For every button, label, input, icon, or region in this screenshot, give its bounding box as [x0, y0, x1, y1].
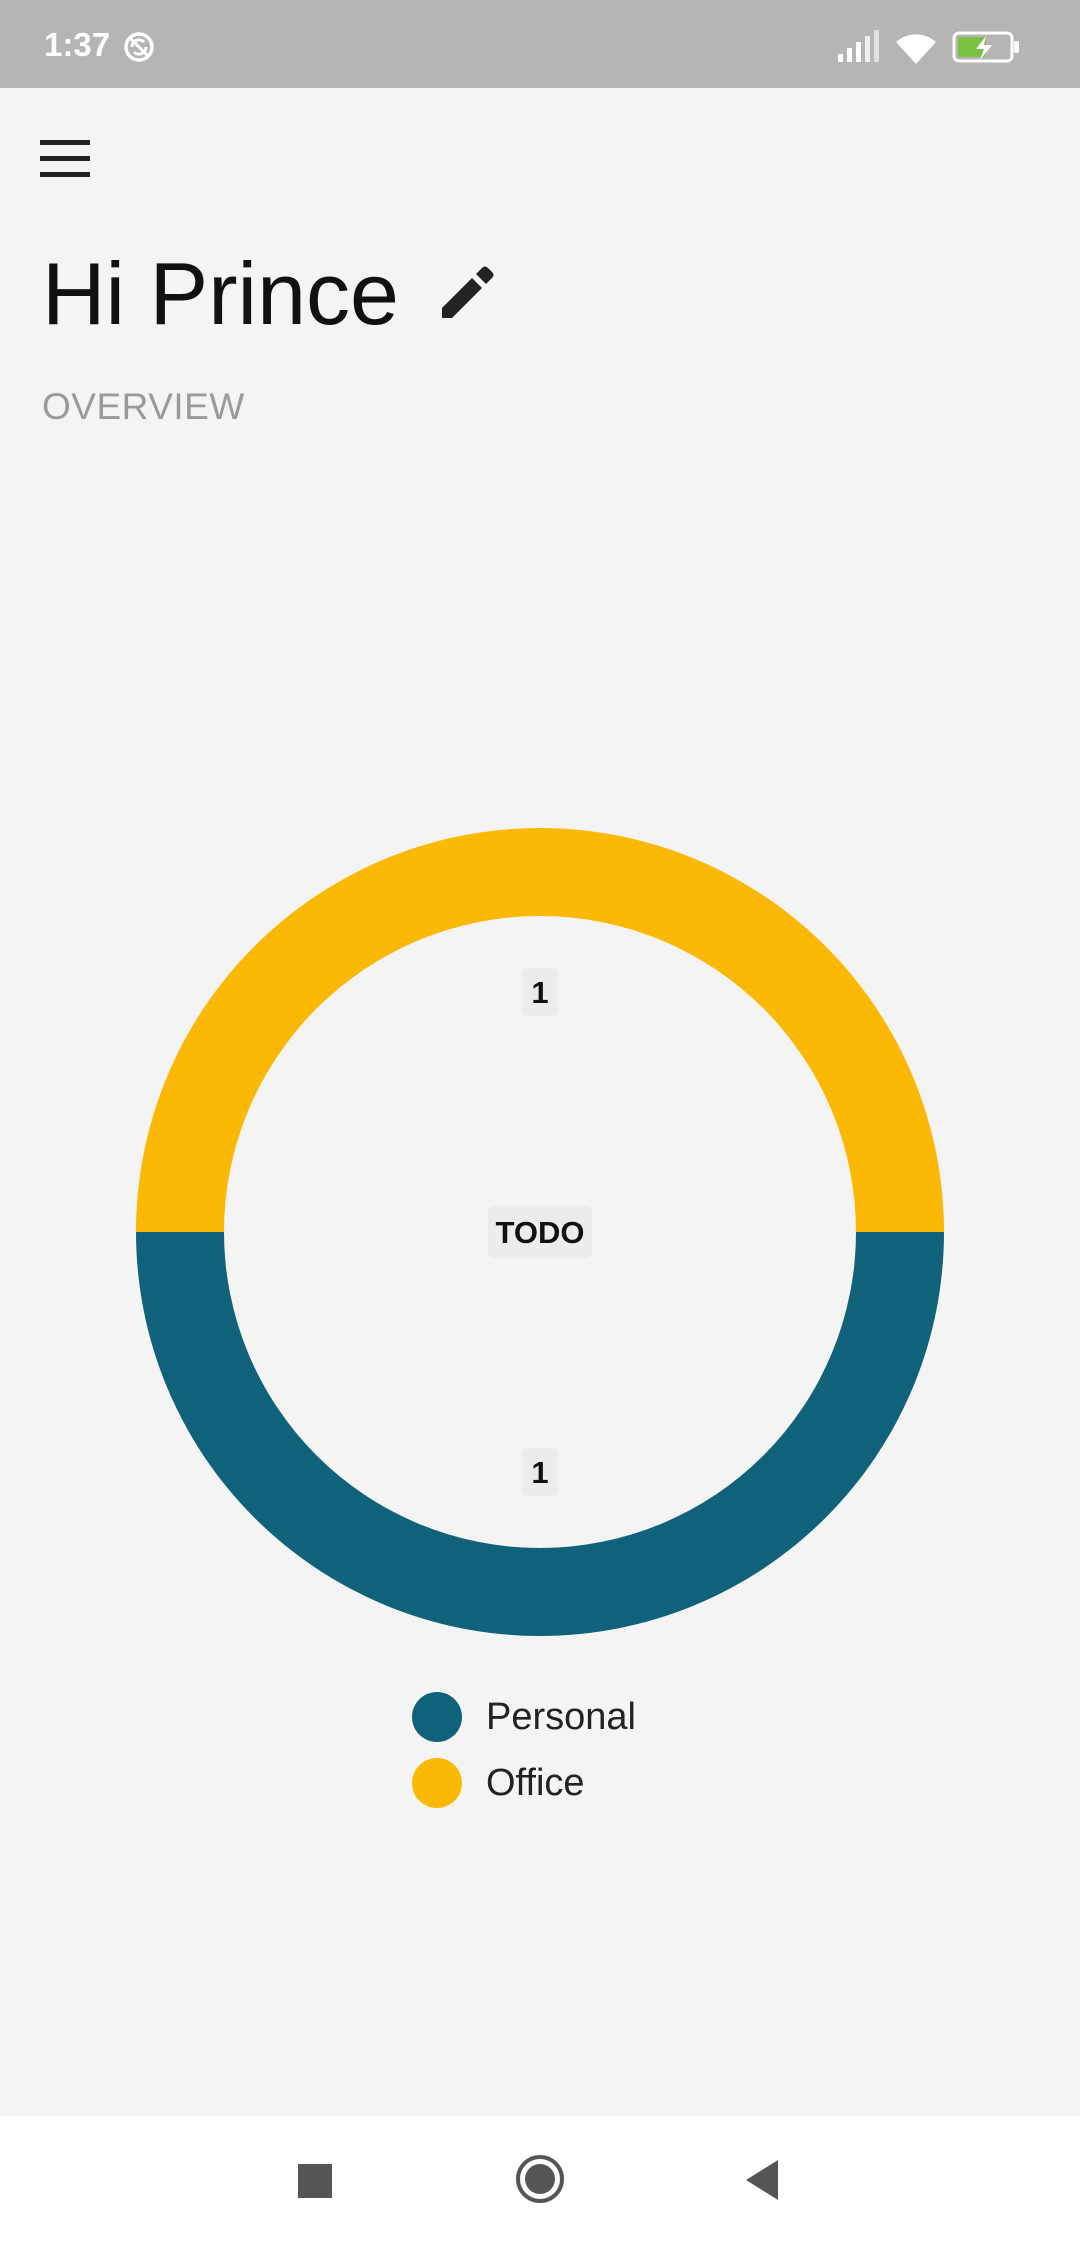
menu-button[interactable] [36, 134, 96, 184]
slice-value-label: 1 [522, 1448, 558, 1496]
back-button[interactable] [744, 2158, 780, 2202]
battery-charging-icon [952, 31, 1019, 63]
svg-text:1: 1 [531, 975, 548, 1010]
legend-item-personal: Personal [412, 1684, 636, 1750]
recent-apps-button[interactable] [298, 2164, 332, 2198]
donut-slice-office [136, 828, 944, 1232]
wifi-icon [896, 34, 936, 64]
legend-swatch [412, 1692, 462, 1742]
chart-legend: Personal Office [412, 1684, 636, 1816]
svg-text:TODO: TODO [496, 1215, 585, 1250]
legend-label: Office [486, 1761, 585, 1804]
donut-chart: 1 1 TODO [0, 780, 1080, 1680]
signal-icon [838, 30, 879, 62]
svg-text:1: 1 [531, 1455, 548, 1490]
home-button[interactable] [515, 2154, 565, 2204]
legend-swatch [412, 1758, 462, 1808]
legend-item-office: Office [412, 1750, 636, 1816]
sync-icon [124, 32, 154, 62]
hamburger-menu-icon [40, 140, 90, 177]
navigation-bar [0, 2116, 1080, 2246]
legend-label: Personal [486, 1695, 636, 1738]
donut-chart-svg: 1 1 TODO [136, 828, 944, 1636]
back-icon [746, 2160, 778, 2200]
pencil-icon [442, 266, 494, 318]
edit-name-button[interactable] [436, 262, 498, 324]
slice-value-label: 1 [522, 968, 558, 1016]
status-time: 1:37 [44, 26, 111, 63]
donut-slice-personal [136, 1232, 944, 1636]
status-bar: 1:37 [0, 0, 1080, 88]
chart-center-label: TODO [488, 1206, 592, 1258]
page-title: Hi Prince [42, 244, 399, 343]
section-label: OVERVIEW [42, 386, 245, 427]
